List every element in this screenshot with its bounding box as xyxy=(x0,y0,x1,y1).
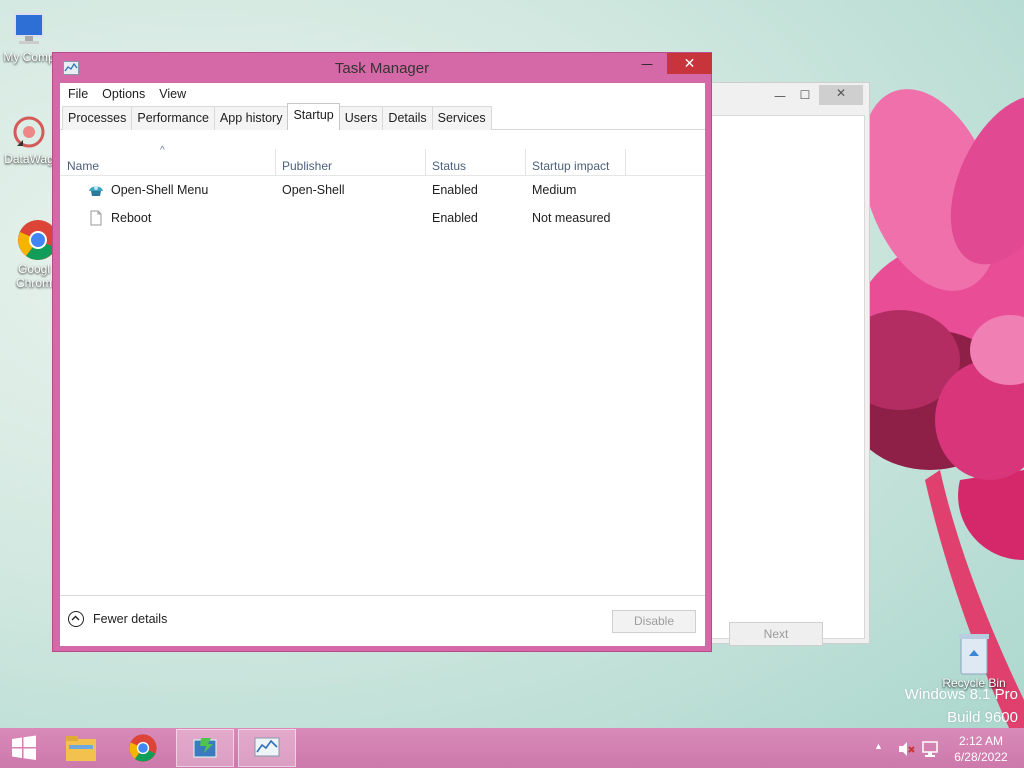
row-name: Reboot xyxy=(111,211,152,225)
chrome-icon xyxy=(129,734,157,762)
sort-ascending-icon: ^ xyxy=(160,145,165,156)
clock-time: 2:12 AM xyxy=(958,734,1004,748)
menu-view[interactable]: View xyxy=(159,87,186,101)
windows-watermark-edition: Windows 8.1 Pro xyxy=(904,686,1018,703)
column-divider[interactable] xyxy=(625,149,626,175)
disable-button[interactable]: Disable xyxy=(612,610,696,633)
fewer-details-button[interactable]: Fewer details xyxy=(68,611,167,627)
file-icon xyxy=(90,210,102,226)
window-client-area: File Options View Processes Performance … xyxy=(60,83,705,646)
window-title: Task Manager xyxy=(334,60,430,77)
taskbar-file-explorer[interactable] xyxy=(52,729,110,767)
table-row[interactable]: Open-Shell Menu Open-Shell Enabled Mediu… xyxy=(60,176,705,204)
column-header-status[interactable]: Status xyxy=(432,159,466,173)
task-manager-icon xyxy=(254,737,280,757)
desktop-icon-label: DataWag xyxy=(4,152,54,166)
next-button[interactable]: Next xyxy=(729,622,823,646)
open-shell-setup-icon xyxy=(193,738,217,758)
desktop-icon-label: My Comp xyxy=(3,50,55,64)
tab-app-history[interactable]: App history xyxy=(213,106,289,130)
bg-close-button[interactable]: ✕ xyxy=(819,85,863,105)
menu-file[interactable]: File xyxy=(68,87,88,101)
column-divider[interactable] xyxy=(425,149,426,175)
tab-details[interactable]: Details xyxy=(382,106,433,130)
taskbar: ▲ 2:12 AM 6/28/2022 xyxy=(0,728,1024,768)
datawag-icon xyxy=(13,116,45,148)
close-button[interactable]: ✕ xyxy=(667,53,712,74)
fewer-details-label: Fewer details xyxy=(93,612,168,626)
tab-users[interactable]: Users xyxy=(338,106,384,130)
minimize-button[interactable]: — xyxy=(634,53,660,75)
desktop-icon-datawag[interactable]: DataWag xyxy=(0,112,58,166)
background-dialog: — ☐ ✕ Next xyxy=(700,82,870,646)
recycle-bin-icon xyxy=(959,634,989,675)
clock-date: 6/28/2022 xyxy=(954,750,1008,764)
taskbar-chrome[interactable] xyxy=(114,729,172,767)
tab-services[interactable]: Services xyxy=(431,106,492,130)
bg-maximize-button[interactable]: ☐ xyxy=(794,87,816,105)
tab-performance[interactable]: Performance xyxy=(131,106,215,130)
row-publisher: Open-Shell xyxy=(282,183,345,197)
row-status: Enabled xyxy=(432,183,478,197)
start-icon xyxy=(12,735,36,760)
desktop-icon-my-computer[interactable]: My Comp xyxy=(0,10,58,64)
row-name: Open-Shell Menu xyxy=(111,183,209,197)
row-startup-impact: Medium xyxy=(532,183,577,197)
chevron-up-icon xyxy=(68,611,84,627)
tab-processes[interactable]: Processes xyxy=(62,106,133,130)
task-manager-window: Task Manager — ☐ ✕ File Options View Pro… xyxy=(52,52,712,652)
row-status: Enabled xyxy=(432,211,478,225)
column-header-publisher[interactable]: Publisher xyxy=(282,159,332,173)
open-shell-icon xyxy=(89,186,103,196)
column-header-name[interactable]: Name xyxy=(67,159,99,173)
startup-table: ^ Name Publisher Status Startup impact O… xyxy=(60,145,705,232)
column-divider[interactable] xyxy=(525,149,526,175)
bg-minimize-button[interactable]: — xyxy=(769,88,791,106)
bg-dialog-body: Next xyxy=(701,115,865,646)
menu-bar: File Options View xyxy=(60,83,705,105)
volume-muted-icon[interactable] xyxy=(897,740,915,758)
title-bar[interactable]: Task Manager — ☐ ✕ xyxy=(53,53,712,83)
network-icon[interactable] xyxy=(921,740,939,758)
taskbar-clock[interactable]: 2:12 AM 6/28/2022 xyxy=(946,733,1016,765)
column-header-startup-impact[interactable]: Startup impact xyxy=(532,159,609,173)
taskbar-task-manager[interactable] xyxy=(238,729,296,767)
footer-bar: Fewer details Disable xyxy=(60,595,705,646)
row-startup-impact: Not measured xyxy=(532,211,611,225)
file-explorer-icon xyxy=(66,736,96,761)
tray-show-hidden-icons[interactable]: ▲ xyxy=(874,741,888,755)
start-button[interactable] xyxy=(0,729,48,767)
column-divider[interactable] xyxy=(275,149,276,175)
table-header: ^ Name Publisher Status Startup impact xyxy=(60,145,705,176)
tab-bar: Processes Performance App history Startu… xyxy=(60,103,705,130)
windows-watermark-build: Build 9600 xyxy=(947,709,1018,726)
tab-startup[interactable]: Startup xyxy=(287,103,340,130)
desktop-icon-recycle-bin[interactable]: Recycle Bin xyxy=(936,632,1012,690)
taskbar-open-shell-setup[interactable] xyxy=(176,729,234,767)
computer-icon xyxy=(14,13,44,44)
menu-options[interactable]: Options xyxy=(102,87,145,101)
table-row[interactable]: Reboot Enabled Not measured xyxy=(60,204,705,232)
